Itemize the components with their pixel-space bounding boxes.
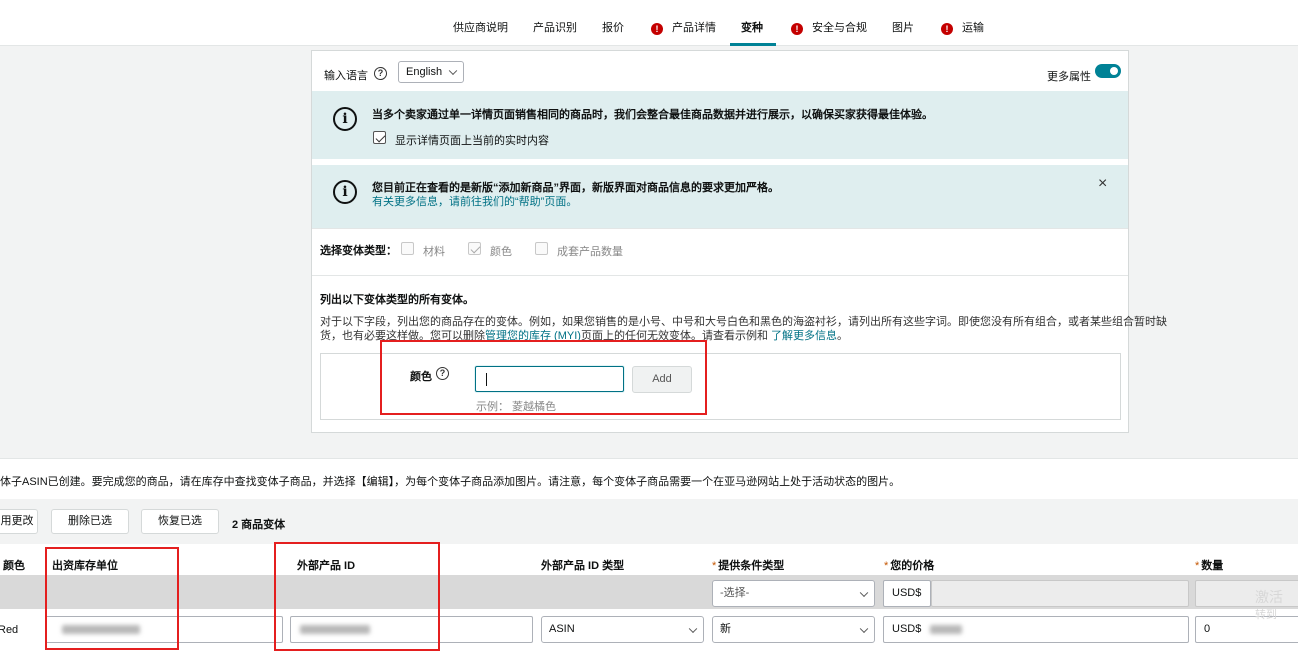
list-section-title: 列出以下变体类型的所有变体。 [320,294,474,306]
error-icon: ! [651,23,663,35]
delete-selected-button[interactable]: 删除已选 [51,509,129,534]
alert-new-interface: i 您目前正在查看的是新版“添加新商品”界面，新版界面对商品信息的要求更加严格。… [312,165,1128,228]
col-color: 颜色 [3,560,25,572]
quantity-input[interactable]: 0 [1195,616,1298,643]
highlight-box [45,547,179,650]
col-quantity: * 数量 [1195,560,1224,572]
error-icon: ! [941,23,953,35]
color-option-label: 颜色 [490,246,512,258]
highlight-box [380,340,707,415]
help-page-link[interactable]: 有关更多信息，请前往我们的“帮助”页面。 [372,193,577,209]
divider [312,275,1128,276]
live-content-checkbox[interactable] [373,131,386,144]
info-icon: i [333,180,357,204]
more-attributes-toggle[interactable] [1095,64,1121,78]
condition-select[interactable]: 新 [712,616,875,643]
top-tab-bar: 供应商说明 产品识别 报价 ! 产品详情 变种 ! 安全与合规 图片 ! 运输 [0,0,1298,46]
watermark-line2: 转到 [1255,609,1277,621]
table-action-bar: 用更改 删除已选 恢复已选 2 商品变体 [0,499,1298,544]
pack-quantity-checkbox[interactable] [535,242,548,255]
tab-supplier-notes[interactable]: 供应商说明 [453,19,508,35]
external-id-type-select[interactable]: ASIN [541,616,704,643]
color-checkbox[interactable] [468,242,481,255]
watermark-line1: 激活 [1255,589,1283,605]
material-checkbox[interactable] [401,242,414,255]
price-input[interactable]: USD$ [883,616,1189,643]
error-icon: ! [791,23,803,35]
tab-images[interactable]: 图片 [892,19,914,35]
chevron-down-icon [688,624,698,633]
chevron-down-icon [859,588,869,597]
learn-more-link[interactable]: 了解更多信息 [771,330,837,342]
tab-shipping[interactable]: ! 运输 [941,19,984,35]
highlight-box [274,542,440,651]
col-condition: * 提供条件类型 [712,560,785,572]
alert-text: 当多个卖家通过单一详情页面销售相同的商品时，我们会整合最佳商品数据并进行展示，以… [372,109,933,121]
language-label: 输入语言 [324,70,368,82]
help-icon[interactable]: ? [374,67,387,80]
tab-offer[interactable]: 报价 [602,19,624,35]
language-select[interactable]: English [398,61,464,83]
tab-variations[interactable]: 变种 [741,19,763,35]
material-label: 材料 [423,246,445,258]
divider [312,228,1128,229]
redacted-value [930,625,962,634]
restore-selected-button[interactable]: 恢复已选 [141,509,219,534]
language-row: 输入语言 ? English 更多属性 [312,51,1128,91]
chevron-down-icon [859,624,869,633]
asin-created-notice: 体子ASIN已创建。要完成您的商品，请在库存中查找变体子商品，并选择【编辑】，为… [0,476,901,488]
bulk-currency-label: USD$ [883,580,931,607]
row-color: Red [0,624,19,636]
tab-product-identity[interactable]: 产品识别 [533,19,577,35]
tab-safety-compliance[interactable]: ! 安全与合规 [791,19,867,35]
apply-changes-button[interactable]: 用更改 [0,509,38,534]
chevron-down-icon [448,66,458,76]
bulk-edit-row: -选择- USD$ [0,575,1298,609]
info-icon: i [333,107,357,131]
variation-count: 2 商品变体 [232,519,286,531]
pack-quantity-label: 成套产品数量 [557,246,623,258]
bulk-price-input[interactable] [931,580,1189,607]
variation-type-label: 选择变体类型： [320,245,397,257]
more-attributes-label: 更多属性 [1047,71,1091,83]
alert-merged-data: i 当多个卖家通过单一详情页面销售相同的商品时，我们会整合最佳商品数据并进行展示… [312,91,1128,159]
checkbox-label: 显示详情页面上当前的实时内容 [395,135,549,147]
bulk-condition-select[interactable]: -选择- [712,580,875,607]
variations-table-area: 体子ASIN已创建。要完成您的商品，请在库存中查找变体子商品，并选择【编辑】，为… [0,458,1298,660]
tab-product-details[interactable]: ! 产品详情 [651,19,716,35]
col-price: * 您的价格 [884,560,935,572]
active-tab-indicator [730,43,776,46]
col-external-id-type: 外部产品 ID 类型 [541,560,625,572]
close-icon[interactable]: × [1098,175,1107,193]
